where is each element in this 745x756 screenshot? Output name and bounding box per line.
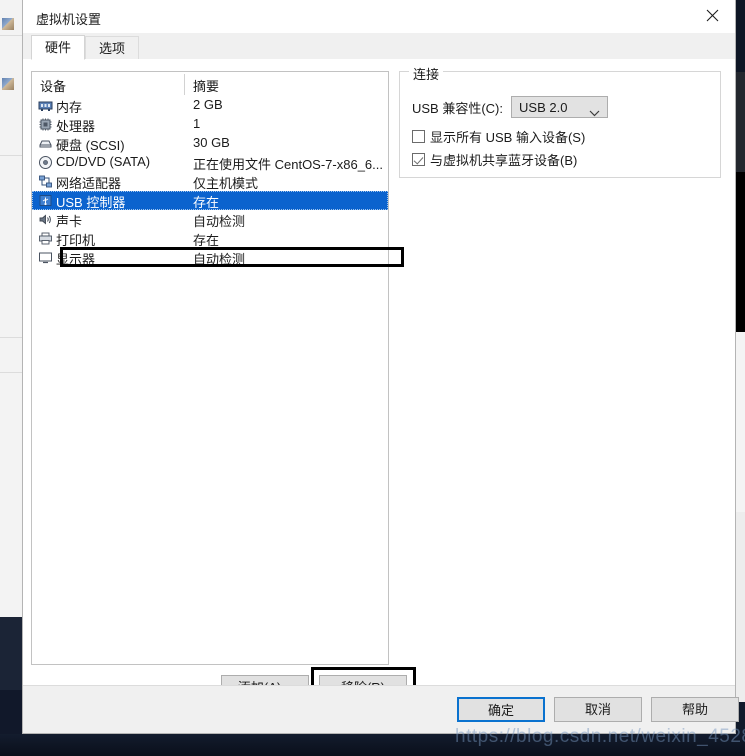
- background-window-left-strip: [0, 0, 23, 690]
- table-row[interactable]: CD/DVD (SATA) 正在使用文件 CentOS-7-x86_6...: [32, 153, 388, 172]
- sound-icon: [38, 212, 53, 227]
- background-desktop-left: [0, 617, 22, 690]
- background-mini-icon: [2, 18, 14, 30]
- checkbox-label: 与虚拟机共享蓝牙设备(B): [430, 153, 578, 168]
- device-summary: 1: [193, 116, 201, 131]
- tab-options[interactable]: 选项: [85, 36, 140, 59]
- groupbox-title: 连接: [409, 64, 444, 83]
- column-divider: [184, 74, 185, 95]
- device-name: 硬盘 (SCSI): [56, 138, 125, 153]
- help-button[interactable]: 帮助: [651, 697, 739, 722]
- device-summary: 存在: [193, 195, 220, 210]
- device-name: 显示器: [56, 252, 96, 267]
- ok-button[interactable]: 确定: [457, 697, 545, 722]
- display-icon: [38, 250, 53, 265]
- device-summary: 存在: [193, 233, 220, 248]
- chevron-down-icon: [589, 104, 600, 122]
- title-bar: 虚拟机设置: [23, 0, 735, 34]
- usb-icon: [38, 193, 53, 208]
- table-row-usb-controller[interactable]: USB 控制器 存在: [32, 191, 388, 210]
- tab-strip: 硬件 选项: [23, 33, 735, 60]
- harddisk-icon: [38, 136, 53, 151]
- dialog-body: 设备 摘要 内存 2 GB 处理器 1 硬盘 (SCSI) 30 GB CD/D…: [23, 59, 735, 711]
- device-name: 处理器: [56, 119, 96, 134]
- checkbox-box: [412, 130, 425, 143]
- device-name: 网络适配器: [56, 176, 122, 191]
- window-title: 虚拟机设置: [36, 12, 102, 27]
- table-row[interactable]: 网络适配器 仅主机模式: [32, 172, 388, 191]
- memory-icon: [38, 98, 53, 113]
- cancel-button[interactable]: 取消: [554, 697, 642, 722]
- show-all-usb-input-devices-checkbox[interactable]: 显示所有 USB 输入设备(S): [412, 127, 585, 146]
- checkbox-box: [412, 153, 425, 166]
- connection-groupbox: 连接 USB 兼容性(C): USB 2.0 显示所有 USB 输入设备(S) …: [399, 64, 721, 178]
- device-list-header: 设备 摘要: [32, 72, 388, 96]
- background-right-block: [736, 172, 745, 332]
- settings-panel: 连接 USB 兼容性(C): USB 2.0 显示所有 USB 输入设备(S) …: [399, 64, 723, 665]
- device-list-panel[interactable]: 设备 摘要 内存 2 GB 处理器 1 硬盘 (SCSI) 30 GB CD/D…: [31, 71, 389, 665]
- background-mini-icon: [2, 78, 14, 90]
- device-name: USB 控制器: [56, 195, 126, 210]
- dialog-footer: 确定 取消 帮助: [23, 685, 739, 733]
- device-summary: 自动检测: [193, 252, 246, 267]
- background-right-block: [736, 72, 745, 172]
- background-desktop-bottom: [0, 734, 745, 756]
- share-bluetooth-checkbox[interactable]: 与虚拟机共享蓝牙设备(B): [412, 150, 577, 169]
- device-rows: 内存 2 GB 处理器 1 硬盘 (SCSI) 30 GB CD/DVD (SA…: [32, 96, 388, 267]
- table-row[interactable]: 硬盘 (SCSI) 30 GB: [32, 134, 388, 153]
- usb-compatibility-select[interactable]: USB 2.0: [511, 96, 609, 118]
- tab-hardware[interactable]: 硬件: [31, 35, 86, 60]
- device-name: CD/DVD (SATA): [56, 154, 151, 169]
- table-row[interactable]: 处理器 1: [32, 115, 388, 134]
- vm-settings-dialog: 虚拟机设置 硬件 选项 设备 摘要 内存 2 GB 处理器 1 硬盘 (SCSI…: [22, 0, 739, 734]
- printer-icon: [38, 231, 53, 246]
- usb-compatibility-value: USB 2.0: [519, 100, 568, 115]
- cddvd-icon: [38, 155, 53, 170]
- device-summary: 自动检测: [193, 214, 246, 229]
- network-icon: [38, 174, 53, 189]
- table-row[interactable]: 显示器 自动检测: [32, 248, 388, 267]
- table-row[interactable]: 打印机 存在: [32, 229, 388, 248]
- device-summary: 仅主机模式: [193, 176, 259, 191]
- background-right-block: [736, 512, 745, 702]
- cpu-icon: [38, 117, 53, 132]
- checkbox-label: 显示所有 USB 输入设备(S): [430, 130, 586, 145]
- device-name: 打印机: [56, 233, 96, 248]
- background-right-block: [736, 332, 745, 512]
- table-row[interactable]: 声卡 自动检测: [32, 210, 388, 229]
- device-name: 内存: [56, 100, 83, 115]
- device-summary: 正在使用文件 CentOS-7-x86_6...: [193, 157, 383, 172]
- device-summary: 2 GB: [193, 97, 223, 112]
- close-icon[interactable]: [689, 0, 735, 31]
- column-header-device: 设备: [40, 79, 67, 94]
- usb-compatibility-label: USB 兼容性(C):: [412, 100, 504, 116]
- column-header-summary: 摘要: [193, 79, 220, 94]
- device-name: 声卡: [56, 214, 83, 229]
- device-summary: 30 GB: [193, 135, 230, 150]
- usb-compatibility-row: USB 兼容性(C): USB 2.0: [412, 96, 609, 118]
- table-row[interactable]: 内存 2 GB: [32, 96, 388, 115]
- screen-root: 虚拟机设置 硬件 选项 设备 摘要 内存 2 GB 处理器 1 硬盘 (SCSI…: [0, 0, 745, 756]
